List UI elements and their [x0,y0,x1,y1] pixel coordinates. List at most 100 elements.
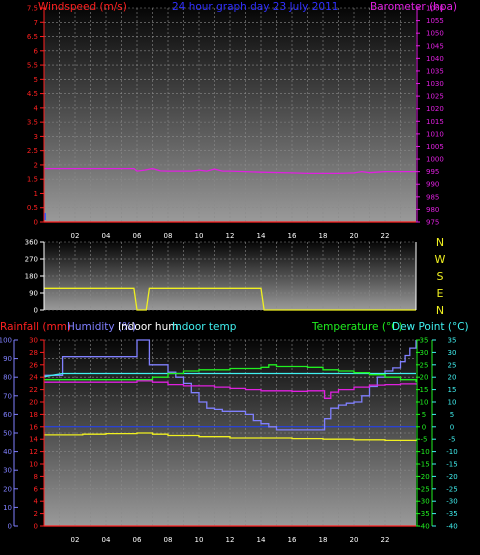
temp-tick-4: -20 [418,473,429,481]
top-x-tick-4: 10 [195,232,204,240]
dew-tick-4: -20 [446,473,457,481]
dew-tick-3: -25 [446,485,457,493]
top-left-tick-8: 4 [34,104,39,112]
top-right-tick-7: 1010 [426,130,444,138]
bot-x-tick-6: 14 [257,536,266,544]
bot-x-tick-4: 10 [195,536,204,544]
rain-tick-6: 60 [3,411,12,419]
bot-x-tick-10: 22 [381,536,390,544]
dir-compass-1: W [435,253,446,266]
indoor-hum-label: Indoor hum [118,321,178,333]
temp-tick-11: 15 [420,386,429,394]
chart-canvas: 0 0.5 1 1.5 2 2.5 3 3.5 4 4.5 5 5.5 6 6.5 7 7.5 975 980 98… [0,1,469,544]
indoor-temp-label: Indoor temp [172,321,237,333]
top-left-tick-3: 1.5 [27,176,38,184]
rain-tick-9: 90 [3,355,12,363]
top-right-tick-3: 990 [426,181,439,189]
top-left-tick-12: 6 [34,47,39,55]
temp-tick-9: 5 [422,411,426,419]
dew-tick-9: 5 [450,411,454,419]
hum-tick-15: 30 [29,337,38,345]
temp-tick-14: 30 [420,349,429,357]
hum-tick-8: 16 [29,423,38,431]
top-right-tick-15: 1050 [426,30,444,38]
temp-tick-5: -15 [418,461,429,469]
top-right-tick-1: 980 [426,206,439,214]
dir-left-tick-2: 180 [25,273,38,281]
top-right-tick-13: 1040 [426,55,444,63]
temp-tick-10: 10 [420,399,429,407]
chart-title: 24 hour graph day 23 July 2011 [172,1,338,13]
top-x-tick-9: 20 [350,232,359,240]
dew-tick-15: 35 [448,337,457,345]
top-right-tick-0: 975 [426,219,439,227]
dew-tick-10: 10 [448,399,457,407]
top-right-tick-9: 1020 [426,105,444,113]
dir-compass-0: N [436,236,444,249]
rain-tick-4: 40 [3,448,12,456]
temp-tick-7: -5 [421,436,428,444]
rain-tick-2: 20 [3,485,12,493]
temperature-label: Temperature (°C) [311,321,403,333]
top-x-tick-6: 14 [257,232,266,240]
top-right-tick-16: 1055 [426,17,444,25]
dir-left-tick-4: 360 [25,239,38,247]
rain-tick-5: 50 [3,430,12,438]
dew-tick-6: -10 [446,448,457,456]
dir-compass-2: S [437,270,444,283]
dew-tick-13: 25 [448,361,457,369]
hum-tick-12: 24 [29,374,38,382]
top-right-tick-4: 995 [426,168,439,176]
bot-x-tick-5: 12 [226,536,235,544]
temp-tick-2: -30 [418,498,429,506]
dew-tick-0: -40 [446,523,457,531]
dew-tick-12: 20 [448,374,457,382]
temp-tick-8: 0 [422,423,426,431]
rainfall-label: Rainfall (mm) [0,321,71,333]
dew-tick-11: 15 [448,386,457,394]
top-x-tick-1: 04 [102,232,111,240]
hum-tick-14: 28 [29,349,38,357]
bot-x-tick-0: 02 [71,536,80,544]
top-x-tick-3: 08 [164,232,173,240]
top-x-tick-8: 18 [319,232,328,240]
hum-tick-3: 6 [34,485,39,493]
top-left-tick-6: 3 [34,133,38,141]
temp-tick-0: -40 [418,523,429,531]
rain-tick-3: 30 [3,467,12,475]
bot-x-tick-9: 20 [350,536,359,544]
dew-tick-8: 0 [450,423,454,431]
hum-tick-7: 14 [29,436,38,444]
top-right-tick-10: 1025 [426,93,444,101]
top-left-tick-5: 2.5 [27,147,38,155]
top-left-tick-14: 7 [34,19,38,27]
hum-tick-0: 0 [34,523,38,531]
dew-tick-7: -5 [449,436,456,444]
dir-compass-3: E [437,287,444,300]
hum-tick-11: 22 [29,386,38,394]
top-right-tick-11: 1030 [426,80,444,88]
top-left-tick-1: 0.5 [27,204,38,212]
top-right-tick-5: 1000 [426,156,444,164]
hum-tick-5: 10 [29,461,38,469]
hum-tick-1: 2 [34,510,38,518]
top-right-axis-label: Barometer (hpa) [370,1,457,13]
temp-tick-6: -10 [418,448,429,456]
hum-tick-4: 8 [34,473,38,481]
top-left-axis-label: Windspeed (m/s) [38,1,127,13]
bot-x-tick-1: 04 [102,536,111,544]
bot-x-tick-2: 06 [133,536,142,544]
dew-tick-1: -35 [446,510,457,518]
temp-tick-12: 20 [420,374,429,382]
top-x-tick-10: 22 [381,232,390,240]
rain-tick-0: 0 [8,523,12,531]
top-left-tick-15: 7.5 [27,5,38,13]
dew-point-label: Dew Point (°C) [392,321,469,333]
top-left-tick-9: 4.5 [27,90,38,98]
top-right-tick-8: 1015 [426,118,444,126]
top-right-tick-12: 1035 [426,67,444,75]
dew-tick-5: -15 [446,461,457,469]
dew-tick-14: 30 [448,349,457,357]
top-left-tick-2: 1 [34,190,38,198]
hum-tick-2: 4 [34,498,39,506]
